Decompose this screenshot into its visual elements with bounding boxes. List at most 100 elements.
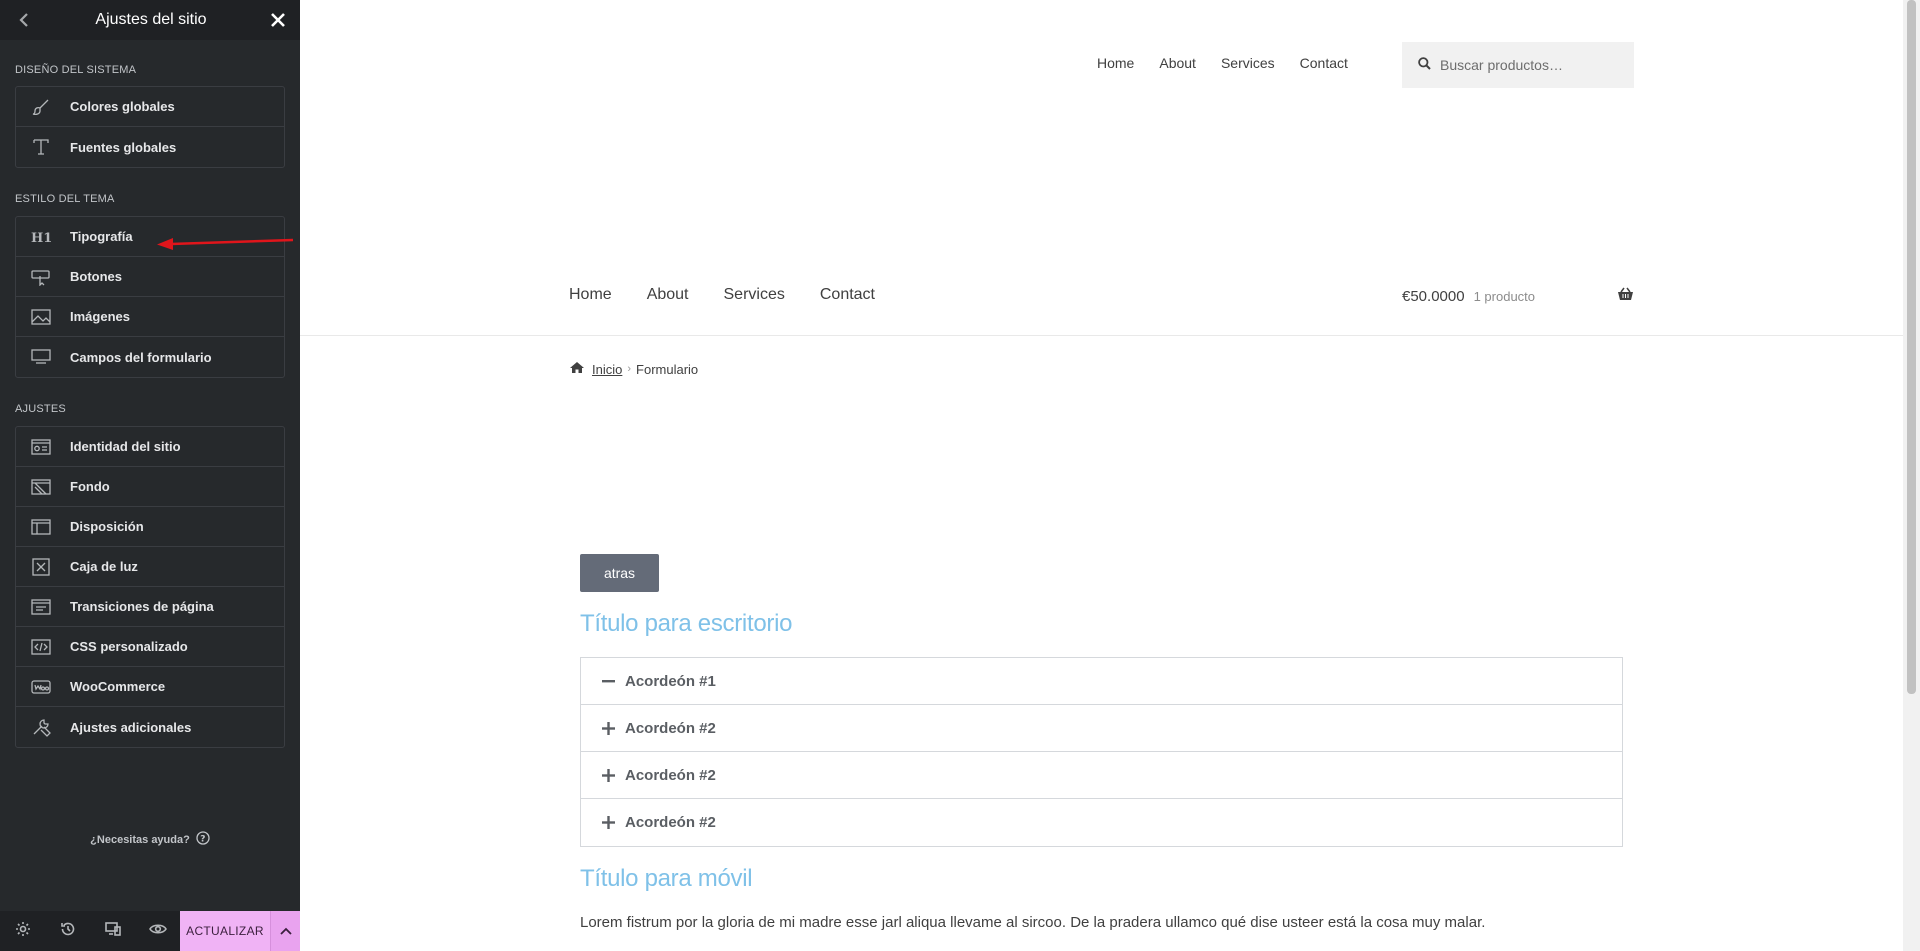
close-icon[interactable] [268, 10, 288, 30]
form-field-icon [31, 347, 51, 367]
secondary-navigation: Home About Services Contact [1097, 55, 1348, 71]
page-transitions-icon [31, 597, 51, 617]
help-label: ¿Necesitas ayuda? [90, 833, 190, 846]
menu-item-label: CSS personalizado [70, 639, 188, 654]
chevron-up-icon [279, 922, 292, 940]
menu-item-label: Tipografía [70, 229, 133, 244]
accordion: Acordeón #1 Acordeón #2 Acordeón #2 Acor… [580, 657, 1623, 847]
body-paragraph: Lorem fistrum por la gloria de mi madre … [580, 914, 1486, 931]
accordion-title: Acordeón #2 [625, 719, 716, 737]
menu-item-layout[interactable]: Disposición [16, 507, 284, 547]
desktop-heading: Título para escritorio [580, 610, 793, 637]
scrollbar-thumb[interactable] [1907, 0, 1916, 694]
mini-cart[interactable]: €50.0000 1 producto [1402, 287, 1634, 305]
cart-count: 1 producto [1473, 288, 1536, 304]
menu-item-global-fonts[interactable]: Fuentes globales [16, 127, 284, 167]
header-divider [300, 335, 1903, 336]
plus-icon [601, 768, 615, 782]
accordion-title: Acordeón #1 [625, 672, 716, 690]
plus-icon [601, 816, 615, 829]
main-nav-home[interactable]: Home [569, 286, 612, 304]
menu-item-label: Identidad del sitio [70, 439, 181, 454]
menu-item-label: Caja de luz [70, 559, 138, 574]
menu-item-woocommerce[interactable]: WooCommerce [16, 667, 284, 707]
history-icon [60, 921, 76, 942]
product-search-input[interactable]: Buscar productos… [1402, 42, 1634, 88]
menu-item-label: Transiciones de página [70, 599, 214, 614]
accordion-item[interactable]: Acordeón #2 [581, 799, 1622, 846]
svg-text:?: ? [200, 835, 205, 845]
accordion-item[interactable]: Acordeón #2 [581, 705, 1622, 752]
accordion-item[interactable]: Acordeón #1 [581, 658, 1622, 705]
search-placeholder: Buscar productos… [1440, 57, 1563, 73]
brush-icon [31, 97, 51, 117]
menu-item-images[interactable]: Imágenes [16, 297, 284, 337]
menu-item-lightbox[interactable]: Caja de luz [16, 547, 284, 587]
svg-text:H1: H1 [31, 231, 51, 244]
background-icon [31, 477, 51, 497]
minus-icon [601, 679, 615, 683]
settings-gear-button[interactable] [0, 911, 45, 951]
layout-icon [31, 517, 51, 537]
menu-item-additional-settings[interactable]: Ajustes adicionales [16, 707, 284, 747]
menu-item-label: Botones [70, 269, 122, 284]
breadcrumb: Inicio › Formulario [569, 361, 698, 377]
menu-item-background[interactable]: Fondo [16, 467, 284, 507]
panel-title: Ajustes del sitio [95, 11, 207, 28]
top-nav-contact[interactable]: Contact [1300, 55, 1348, 71]
panel-footer: ACTUALIZAR [0, 911, 300, 951]
site-identity-icon [31, 437, 51, 457]
menu-item-global-colors[interactable]: Colores globales [16, 87, 284, 127]
back-button[interactable]: atras [580, 554, 659, 592]
site-settings-panel: Ajustes del sitio DISEÑO DEL SISTEMA Col… [0, 0, 300, 951]
gear-icon [15, 921, 31, 942]
code-icon [31, 637, 51, 657]
basket-icon [1617, 287, 1634, 305]
menu-item-label: Campos del formulario [70, 349, 212, 365]
tools-icon [31, 717, 51, 737]
menu-item-custom-css[interactable]: CSS personalizado [16, 627, 284, 667]
main-nav-about[interactable]: About [647, 286, 689, 304]
primary-navigation: Home About Services Contact [569, 286, 875, 304]
menu-item-page-transitions[interactable]: Transiciones de página [16, 587, 284, 627]
update-button[interactable]: ACTUALIZAR [180, 911, 270, 951]
page-scrollbar[interactable] [1903, 0, 1920, 951]
responsive-devices-icon [104, 921, 121, 942]
breadcrumb-separator-icon: › [627, 363, 632, 375]
site-preview: Home About Services Contact Buscar produ… [300, 0, 1903, 951]
update-options-button[interactable] [270, 911, 300, 951]
image-icon [31, 307, 51, 327]
top-nav-services[interactable]: Services [1221, 55, 1275, 71]
menu-item-label: Ajustes adicionales [70, 719, 192, 735]
menu-item-site-identity[interactable]: Identidad del sitio [16, 427, 284, 467]
mobile-heading: Título para móvil [580, 865, 753, 892]
panel-header: Ajustes del sitio [0, 0, 300, 40]
accordion-item[interactable]: Acordeón #2 [581, 752, 1622, 799]
menu-item-buttons[interactable]: Botones [16, 257, 284, 297]
h1-icon: H1 [31, 227, 51, 247]
section-title-settings: AJUSTES [15, 403, 66, 415]
preview-button[interactable] [135, 911, 180, 951]
history-button[interactable] [45, 911, 90, 951]
woocommerce-icon [31, 677, 51, 697]
help-link[interactable]: ¿Necesitas ayuda? ? [0, 831, 300, 848]
main-nav-services[interactable]: Services [724, 286, 785, 304]
plus-icon [601, 721, 615, 735]
section-title-system-design: DISEÑO DEL SISTEMA [15, 64, 137, 76]
cart-total: €50.0000 [1402, 287, 1465, 305]
accordion-title: Acordeón #2 [625, 766, 716, 784]
lightbox-icon [31, 557, 51, 577]
main-nav-contact[interactable]: Contact [820, 286, 875, 304]
top-nav-about[interactable]: About [1159, 55, 1196, 71]
eye-icon [148, 922, 167, 941]
top-nav-home[interactable]: Home [1097, 55, 1134, 71]
breadcrumb-home-link[interactable]: Inicio [592, 362, 622, 377]
section-title-theme-style: ESTILO DEL TEMA [15, 193, 115, 205]
font-icon [31, 137, 51, 157]
menu-item-label: Imágenes [70, 309, 130, 324]
system-design-group: Colores globales Fuentes globales [15, 86, 285, 168]
menu-item-form-fields[interactable]: Campos del formulario [16, 337, 284, 377]
back-chevron-icon[interactable] [14, 10, 34, 30]
menu-item-label: Colores globales [70, 99, 175, 114]
responsive-mode-button[interactable] [90, 911, 135, 951]
